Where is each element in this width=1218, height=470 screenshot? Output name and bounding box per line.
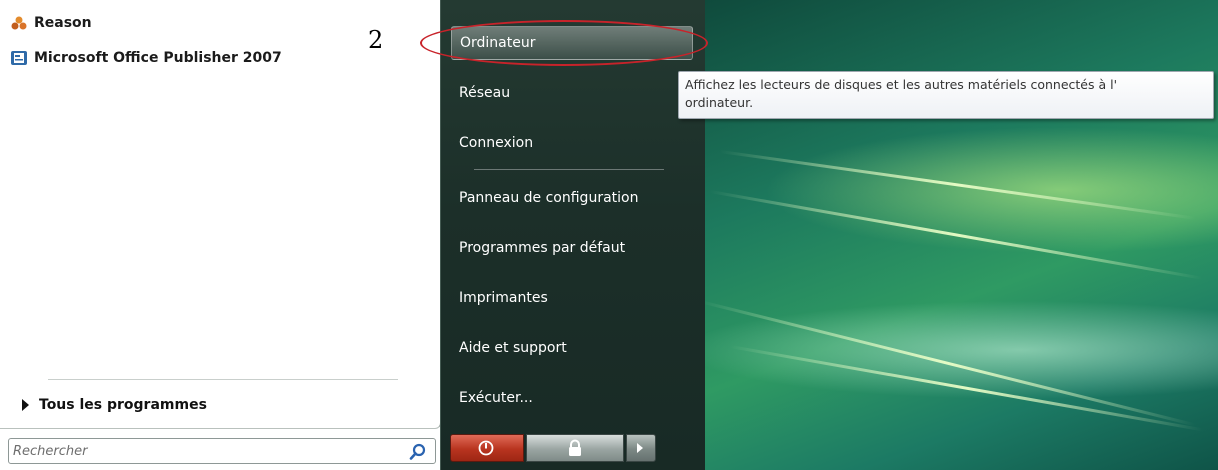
- place-item-ordinateur[interactable]: Ordinateur: [451, 26, 693, 60]
- publisher-icon: [10, 49, 28, 67]
- tooltip-line: Affichez les lecteurs de disques et les …: [685, 77, 1118, 92]
- arrow-right-icon: [637, 443, 643, 453]
- tooltip-line: ordinateur.: [685, 95, 754, 110]
- search-input[interactable]: [9, 439, 407, 463]
- place-item-aide-et-support[interactable]: Aide et support: [451, 331, 693, 365]
- place-label: Réseau: [459, 85, 511, 101]
- annotation-number: 2: [368, 26, 384, 54]
- arrow-right-icon: [22, 399, 29, 411]
- separator: [48, 379, 398, 380]
- program-label: Microsoft Office Publisher 2007: [34, 50, 282, 66]
- wallpaper-streak: [709, 190, 1203, 280]
- tooltip: Affichez les lecteurs de disques et les …: [678, 71, 1214, 119]
- search-icon[interactable]: [409, 443, 427, 461]
- place-label: Imprimantes: [459, 290, 548, 306]
- all-programs-button[interactable]: Tous les programmes: [22, 393, 207, 417]
- shutdown-options-button[interactable]: [626, 434, 656, 462]
- place-label: Connexion: [459, 135, 534, 151]
- lock-icon: [567, 439, 583, 461]
- search-box: [8, 438, 436, 464]
- start-menu-left-panel: Reason Microsoft Office Publisher 2007 T…: [0, 0, 441, 429]
- wallpaper-streak: [729, 345, 1203, 432]
- start-menu-right-panel: Ordinateur Réseau Connexion Panneau de c…: [440, 0, 705, 470]
- place-label: Exécuter...: [459, 390, 533, 406]
- place-item-imprimantes[interactable]: Imprimantes: [451, 281, 693, 315]
- reason-icon: [10, 14, 28, 32]
- program-item-publisher[interactable]: Microsoft Office Publisher 2007: [10, 47, 282, 69]
- wallpaper-streak: [699, 300, 1196, 427]
- power-button[interactable]: [450, 434, 524, 462]
- place-item-panneau-de-configuration[interactable]: Panneau de configuration: [451, 181, 693, 215]
- power-button-bar: [450, 434, 656, 462]
- separator: [474, 169, 664, 170]
- place-label: Programmes par défaut: [459, 240, 626, 256]
- lock-button[interactable]: [526, 434, 624, 462]
- place-item-connexion[interactable]: Connexion: [451, 126, 693, 160]
- place-item-executer[interactable]: Exécuter...: [451, 381, 693, 415]
- place-item-reseau[interactable]: Réseau: [451, 76, 693, 110]
- place-label: Aide et support: [459, 340, 567, 356]
- program-item-reason[interactable]: Reason: [10, 12, 92, 34]
- power-icon: [478, 440, 494, 460]
- place-label: Ordinateur: [460, 35, 536, 51]
- all-programs-label: Tous les programmes: [39, 397, 207, 413]
- wallpaper-streak: [719, 150, 1196, 220]
- place-label: Panneau de configuration: [459, 190, 639, 206]
- program-label: Reason: [34, 15, 92, 31]
- place-item-programmes-par-defaut[interactable]: Programmes par défaut: [451, 231, 693, 265]
